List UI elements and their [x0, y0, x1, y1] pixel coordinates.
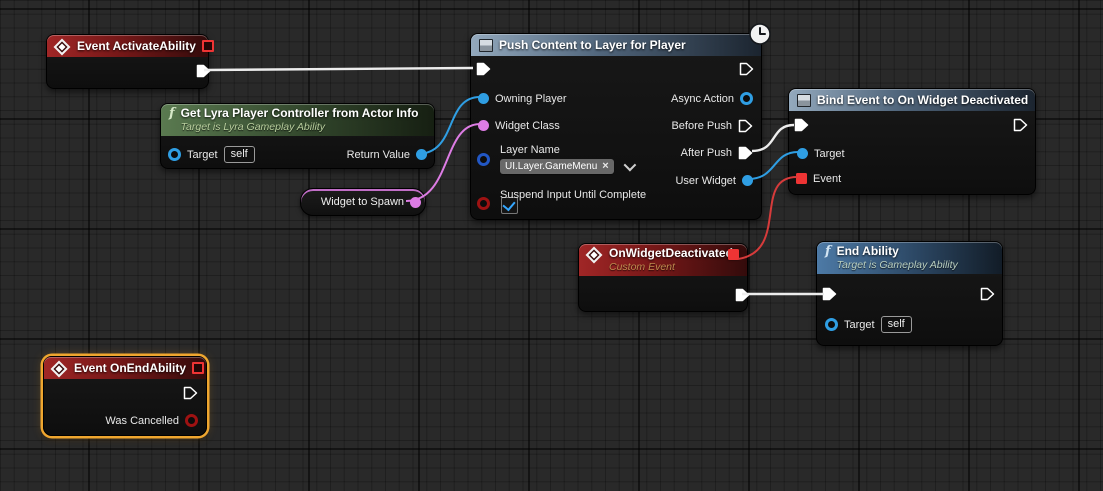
widget-class-pin[interactable] — [478, 120, 489, 131]
pin-label: User Widget — [675, 175, 736, 187]
target-pin[interactable] — [168, 148, 181, 161]
pin-label: Async Action — [671, 93, 734, 105]
dropdown-chevron-icon[interactable] — [623, 159, 636, 172]
owning-player-pin[interactable] — [478, 93, 489, 104]
exec-in-pin[interactable] — [476, 62, 491, 76]
pin-label: Target — [814, 148, 845, 160]
node-header: f Get Lyra Player Controller from Actor … — [161, 104, 434, 136]
node-on-widget-deactivated[interactable]: OnWidgetDeactivated Custom Event — [578, 243, 748, 312]
node-bind-event-on-widget-deactivated[interactable]: Bind Event to On Widget Deactivated Targ… — [788, 88, 1036, 195]
function-icon: f — [169, 108, 175, 120]
exec-out-pin[interactable] — [735, 288, 750, 302]
pin-label: Target — [187, 149, 218, 161]
event-icon — [54, 39, 71, 56]
target-value-field[interactable]: self — [881, 316, 912, 333]
node-title: Event OnEndAbility — [74, 361, 186, 375]
widget-to-spawn-out-pin[interactable] — [410, 197, 421, 208]
user-widget-pin[interactable] — [742, 175, 753, 186]
node-title: Event ActivateAbility — [77, 39, 196, 53]
pin-label: Return Value — [347, 149, 410, 161]
event-delegate-pin[interactable] — [796, 173, 807, 184]
delegate-pin[interactable] — [202, 40, 214, 52]
wire-exec-activate-to-push — [204, 68, 473, 70]
node-end-ability[interactable]: f End Ability Target is Gameplay Ability… — [816, 241, 1003, 346]
node-title: Push Content to Layer for Player — [499, 38, 686, 52]
pin-label: Was Cancelled — [105, 415, 179, 427]
widget-icon — [797, 94, 811, 107]
node-event-activate-ability[interactable]: Event ActivateAbility — [46, 34, 209, 89]
suspend-input-pin[interactable] — [477, 197, 490, 210]
delegate-pin[interactable] — [192, 362, 204, 374]
node-event-on-end-ability[interactable]: Event OnEndAbility Was Cancelled — [43, 356, 207, 436]
before-push-pin[interactable] — [738, 119, 753, 133]
exec-out-pin[interactable] — [1013, 118, 1028, 132]
target-pin[interactable] — [825, 318, 838, 331]
node-subtitle: Custom Event — [609, 261, 722, 273]
pin-label: Target — [844, 319, 875, 331]
exec-out-pin[interactable] — [739, 62, 754, 76]
target-value-field[interactable]: self — [224, 146, 255, 163]
layer-name-pin[interactable] — [477, 153, 490, 166]
blueprint-graph-canvas[interactable]: Event ActivateAbility f Get Lyra Player … — [0, 0, 1103, 491]
pin-label: Event — [813, 173, 841, 185]
node-header: Bind Event to On Widget Deactivated — [789, 89, 1035, 111]
node-title: OnWidgetDeactivated — [609, 247, 722, 261]
node-get-lyra-player-controller[interactable]: f Get Lyra Player Controller from Actor … — [160, 103, 435, 169]
node-header: Push Content to Layer for Player — [471, 34, 761, 56]
exec-out-pin[interactable] — [183, 386, 198, 400]
after-push-pin[interactable] — [738, 146, 753, 160]
function-icon: f — [825, 246, 831, 258]
pin-label: Widget Class — [495, 120, 560, 132]
node-header: f End Ability Target is Gameplay Ability — [817, 242, 1002, 274]
exec-in-pin[interactable] — [794, 118, 809, 132]
node-header: Event OnEndAbility — [44, 357, 206, 379]
node-header: OnWidgetDeactivated Custom Event — [579, 244, 747, 276]
variable-label: Widget to Spawn — [321, 196, 404, 208]
node-push-content-to-layer[interactable]: Push Content to Layer for Player Owning … — [470, 33, 762, 220]
async-action-pin[interactable] — [740, 92, 753, 105]
async-clock-icon — [748, 22, 772, 46]
event-icon — [51, 361, 68, 378]
pin-label: Suspend Input Until Complete — [500, 189, 646, 201]
pin-label: Before Push — [671, 120, 732, 132]
pin-label: After Push — [681, 147, 732, 159]
node-title: Bind Event to On Widget Deactivated — [817, 93, 1028, 107]
pin-label: Owning Player — [495, 93, 567, 105]
node-title: Get Lyra Player Controller from Actor In… — [181, 107, 426, 121]
return-value-pin[interactable] — [416, 149, 427, 160]
widget-icon — [479, 39, 493, 52]
node-header: Event ActivateAbility — [47, 35, 208, 57]
clear-tag-icon[interactable]: × — [602, 159, 608, 174]
event-icon — [586, 247, 603, 264]
was-cancelled-pin[interactable] — [185, 414, 198, 427]
exec-out-pin[interactable] — [980, 287, 995, 301]
exec-in-pin[interactable] — [822, 287, 837, 301]
gameplay-tag-chip[interactable]: UI.Layer.GameMenu × — [500, 159, 614, 174]
gameplay-tag-value: UI.Layer.GameMenu — [505, 159, 597, 174]
pin-label: Layer Name — [500, 144, 560, 156]
node-title: End Ability — [837, 245, 994, 259]
delegate-pin[interactable] — [728, 249, 739, 260]
node-widget-to-spawn-getter[interactable]: Widget to Spawn — [300, 188, 426, 216]
node-subtitle: Target is Lyra Gameplay Ability — [181, 121, 426, 133]
node-subtitle: Target is Gameplay Ability — [837, 259, 994, 271]
target-pin[interactable] — [797, 148, 808, 159]
exec-out-pin[interactable] — [196, 64, 211, 78]
